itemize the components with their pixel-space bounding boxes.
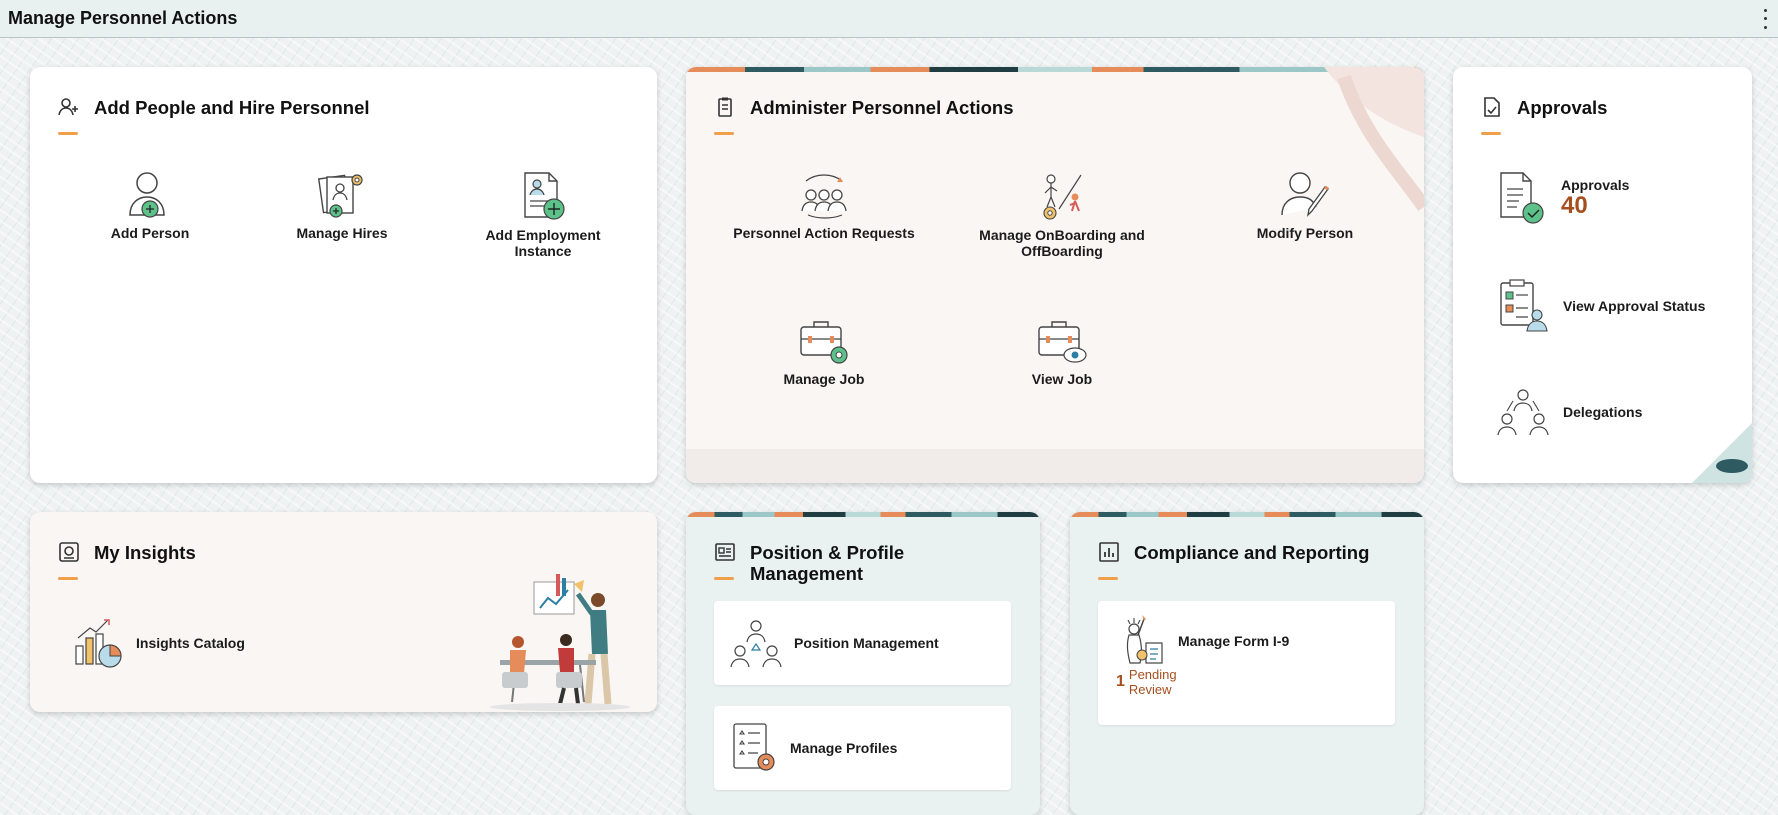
decorative-leaf-icon bbox=[1692, 423, 1752, 483]
title-accent bbox=[714, 577, 734, 580]
approvals-document-icon bbox=[1500, 172, 1544, 224]
add-person-icon bbox=[129, 172, 165, 218]
manage-onboarding-offboarding-button[interactable]: Manage OnBoarding and OffBoarding bbox=[957, 171, 1167, 259]
insights-catalog-icon bbox=[75, 619, 122, 668]
add-person-button[interactable]: Add Person bbox=[70, 171, 230, 241]
approvals-label: Approvals bbox=[1561, 177, 1630, 193]
action-label: Personnel Action Requests bbox=[733, 225, 915, 241]
report-chart-icon bbox=[1099, 542, 1119, 562]
more-options-icon[interactable] bbox=[1760, 7, 1770, 31]
decorative-stripe bbox=[1070, 512, 1424, 517]
insights-icon bbox=[59, 542, 79, 562]
manage-job-button[interactable]: Manage Job bbox=[724, 315, 924, 387]
delegations-icon bbox=[1497, 389, 1549, 436]
action-label: Manage Hires bbox=[296, 225, 388, 241]
add-user-icon bbox=[58, 98, 78, 116]
tile-footer bbox=[686, 449, 1424, 483]
pending-count: 1 bbox=[1116, 673, 1125, 690]
tile-compliance-reporting: Compliance and Reporting Manage Form I-9… bbox=[1070, 512, 1424, 815]
tile-my-insights: My Insights Insights Catalog bbox=[30, 512, 657, 712]
top-bar: Manage Personnel Actions bbox=[0, 0, 1778, 38]
view-approval-status-link[interactable]: View Approval Status bbox=[1497, 279, 1705, 333]
approvals-link[interactable]: Approvals 40 bbox=[1497, 171, 1629, 225]
title-accent bbox=[714, 132, 734, 135]
add-employment-instance-button[interactable]: Add Employment Instance bbox=[463, 171, 623, 259]
title-accent bbox=[58, 132, 78, 135]
manage-hires-button[interactable]: Manage Hires bbox=[262, 171, 422, 241]
tile-position-profile: Position & Profile Management Position M… bbox=[686, 512, 1040, 815]
action-label: Manage OnBoarding and OffBoarding bbox=[979, 227, 1145, 259]
tile-title: Approvals bbox=[1517, 97, 1608, 118]
approvals-count: 40 bbox=[1561, 192, 1588, 219]
manage-hires-icon bbox=[317, 174, 363, 218]
action-label: View Job bbox=[1031, 371, 1093, 387]
delegations-link[interactable]: Delegations bbox=[1497, 387, 1642, 437]
title-accent bbox=[58, 577, 78, 580]
manage-profiles-label: Manage Profiles bbox=[790, 740, 898, 756]
position-management-label: Position Management bbox=[794, 635, 939, 651]
team-illustration bbox=[490, 574, 630, 711]
tile-title: Position & Profile Management bbox=[750, 542, 905, 584]
position-management-icon bbox=[730, 620, 782, 668]
personnel-action-requests-icon bbox=[801, 174, 847, 219]
tile-title: Compliance and Reporting bbox=[1134, 542, 1370, 563]
view-job-button[interactable]: View Job bbox=[957, 315, 1167, 387]
add-employment-icon bbox=[524, 172, 565, 220]
personnel-action-requests-button[interactable]: Personnel Action Requests bbox=[724, 171, 924, 241]
tile-approvals: Approvals Approvals 40 View Approval Sta… bbox=[1453, 67, 1752, 483]
tile-add-people: Add People and Hire Personnel Add Person… bbox=[30, 67, 657, 483]
position-management-card[interactable]: Position Management bbox=[714, 601, 1011, 685]
insights-catalog-label: Insights Catalog bbox=[136, 635, 245, 651]
modify-person-button[interactable]: Modify Person bbox=[1205, 171, 1405, 241]
tile-administer: Administer Personnel Actions Personnel A… bbox=[686, 67, 1424, 483]
pending-label: Pending Review bbox=[1128, 667, 1177, 697]
delegations-label: Delegations bbox=[1563, 404, 1643, 420]
view-approval-status-label: View Approval Status bbox=[1563, 298, 1706, 314]
insights-catalog-link[interactable]: Insights Catalog bbox=[74, 616, 245, 670]
clipboard-icon bbox=[718, 97, 732, 117]
approval-status-icon bbox=[1500, 279, 1548, 332]
title-accent bbox=[1481, 132, 1501, 135]
manage-form-i9-card[interactable]: Manage Form I-9 1 Pending Review bbox=[1098, 601, 1395, 725]
decorative-stripe bbox=[686, 512, 1040, 517]
tile-title: Administer Personnel Actions bbox=[750, 97, 1014, 118]
manage-profiles-icon bbox=[733, 723, 775, 771]
onboarding-offboarding-icon bbox=[1043, 174, 1082, 220]
action-label: Add Person bbox=[110, 225, 190, 241]
form-i9-liberty-icon bbox=[1126, 615, 1163, 664]
title-accent bbox=[1098, 577, 1118, 580]
page-title: Manage Personnel Actions bbox=[8, 8, 238, 28]
action-label: Add Employment Instance bbox=[485, 227, 601, 259]
manage-job-icon bbox=[800, 321, 848, 364]
view-job-icon bbox=[1038, 321, 1087, 363]
modify-person-icon bbox=[1281, 172, 1329, 217]
tile-title: Add People and Hire Personnel bbox=[94, 97, 370, 118]
approval-document-icon bbox=[1484, 97, 1500, 117]
tile-title: My Insights bbox=[94, 542, 196, 563]
profile-card-icon bbox=[715, 543, 735, 561]
manage-profiles-card[interactable]: Manage Profiles bbox=[714, 706, 1011, 790]
manage-form-i9-label: Manage Form I-9 bbox=[1178, 633, 1290, 649]
action-label: Modify Person bbox=[1256, 225, 1354, 241]
action-label: Manage Job bbox=[783, 371, 865, 387]
